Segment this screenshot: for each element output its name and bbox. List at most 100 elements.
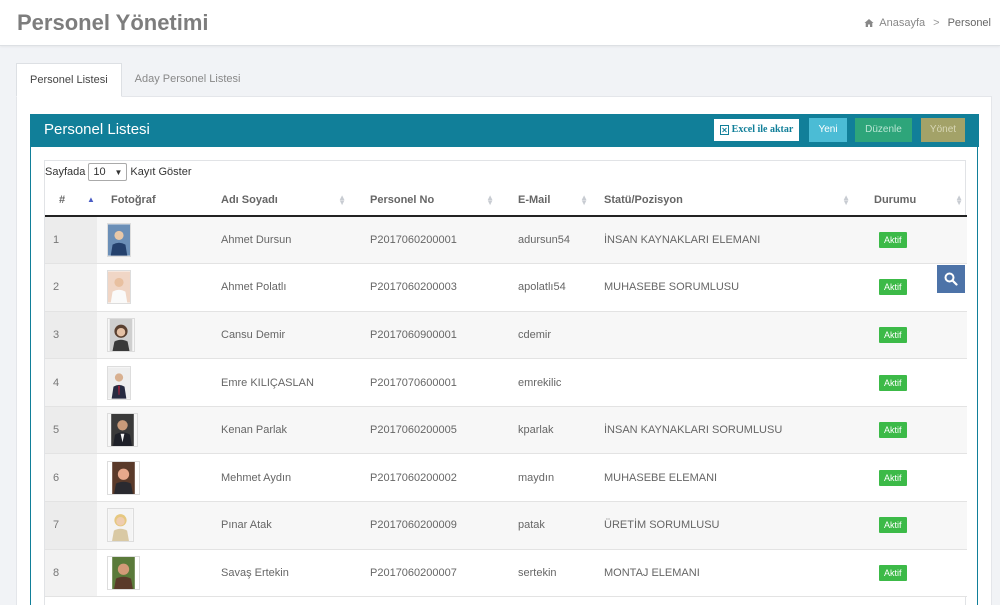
table-container: Sayfada 10 ▼ Kayıt Göster # ▲ Fotoğraf Ad… — [44, 160, 967, 605]
avatar — [107, 365, 131, 400]
row-number: 7 — [45, 501, 97, 550]
cell-name: Mehmet Aydın — [201, 453, 350, 503]
table-row[interactable]: 8 Savaş Ertekin P2017060200007 sertekin … — [45, 549, 967, 598]
sort-icon: ▲ ▼ — [955, 193, 963, 207]
avatar — [107, 223, 131, 258]
cell-personel-no: P2017060200002 — [350, 453, 498, 503]
cell-email: patak — [498, 501, 592, 550]
avatar — [107, 413, 138, 448]
row-number: 6 — [45, 453, 97, 503]
column-header-status[interactable]: Durumu ▲ ▼ — [854, 185, 967, 217]
length-prefix: Sayfada — [45, 166, 86, 178]
cell-position: İNSAN KAYNAKLARI ELEMANI — [592, 216, 854, 265]
row-number: 2 — [45, 263, 97, 312]
personel-panel: Personel Listesi Excel ile aktar Yeni Dü… — [30, 114, 979, 605]
column-header-name[interactable]: Adı Soyadı ▲ ▼ — [201, 185, 350, 217]
cell-name: Emre KILIÇASLAN — [201, 358, 350, 407]
status-badge: Aktif — [879, 374, 907, 391]
cell-name: Ahmet Polatlı — [201, 263, 350, 312]
sort-asc-icon: ▲ — [87, 195, 95, 204]
column-header-personel-no[interactable]: Personel No ▲ ▼ — [350, 185, 498, 217]
sort-icon: ▲ ▼ — [580, 193, 588, 207]
breadcrumb-separator: > — [933, 17, 940, 29]
table-row[interactable]: 3 Cansu Demir P2017060900001 cdemir Akti… — [45, 311, 967, 360]
cell-position — [592, 358, 854, 407]
table-row[interactable]: 5 Kenan Parlak P2017060200005 kparlak İN… — [45, 406, 967, 455]
cell-name: Ahmet Dursun — [201, 216, 350, 265]
breadcrumb: Anasayfa > Personel — [864, 17, 991, 29]
page-length-value: 10 — [93, 166, 106, 178]
breadcrumb-home-link[interactable]: Anasayfa — [879, 17, 925, 29]
cell-email: cdemir — [498, 311, 592, 360]
search-button[interactable] — [937, 265, 965, 293]
cell-name: Savaş Ertekin — [201, 549, 350, 598]
column-header-num[interactable]: # ▲ — [45, 185, 97, 217]
status-badge: Aktif — [879, 279, 907, 296]
chevron-down-icon: ▼ — [114, 167, 123, 177]
cell-email: kparlak — [498, 406, 592, 455]
row-number: 1 — [45, 216, 97, 265]
column-header-position[interactable]: Statü/Pozisyon ▲ ▼ — [592, 185, 854, 217]
tab-aday-personel-listesi[interactable]: Aday Personel Listesi — [122, 63, 254, 97]
column-header-email[interactable]: E-Mail ▲ ▼ — [498, 185, 592, 217]
excel-export-label: Excel ile aktar — [731, 124, 794, 135]
tab-personel-listesi[interactable]: Personel Listesi — [16, 63, 122, 97]
search-icon — [944, 272, 958, 286]
status-badge: Aktif — [879, 517, 907, 534]
cell-name: Cansu Demir — [201, 311, 350, 360]
sort-icon: ▲ ▼ — [842, 193, 850, 207]
status-badge: Aktif — [879, 469, 907, 486]
excel-file-icon — [719, 125, 729, 135]
table-length-control: Sayfada 10 ▼ Kayıt Göster — [45, 162, 192, 182]
new-button[interactable]: Yeni — [809, 118, 847, 142]
table-row[interactable]: 7 Pınar Atak P2017060200009 patak ÜRETİM… — [45, 501, 967, 550]
row-number: 8 — [45, 549, 97, 598]
avatar — [107, 460, 140, 495]
table-row[interactable]: 4 Emre KILIÇASLAN P2017070600001 emrekil… — [45, 358, 967, 407]
panel-heading: Personel Listesi Excel ile aktar Yeni Dü… — [31, 114, 979, 147]
personel-table: # ▲ Fotoğraf Adı Soyadı ▲ ▼ Personel No ▲ ▼ E… — [45, 185, 967, 598]
row-number: 4 — [45, 358, 97, 407]
avatar — [107, 555, 140, 590]
cell-email: adursun54 — [498, 216, 592, 265]
manage-button[interactable]: Yönet — [921, 118, 965, 142]
avatar — [107, 317, 135, 352]
edit-button[interactable]: Düzenle — [855, 118, 912, 142]
cell-email: sertekin — [498, 549, 592, 598]
breadcrumb-current: Personel — [947, 17, 991, 29]
cell-position: MUHASEBE SORUMLUSU — [592, 263, 854, 312]
cell-personel-no: P2017060200001 — [350, 216, 498, 265]
cell-position: MONTAJ ELEMANI — [592, 549, 854, 598]
cell-personel-no: P2017060900001 — [350, 311, 498, 360]
sort-icon: ▲ ▼ — [486, 193, 494, 207]
table-row[interactable]: 1 Ahmet Dursun P2017060200001 adursun54 … — [45, 216, 967, 265]
sort-icon: ▲ ▼ — [338, 193, 346, 207]
page-title: Personel Yönetimi — [17, 10, 209, 35]
cell-email: apolatlı54 — [498, 263, 592, 312]
row-number: 3 — [45, 311, 97, 360]
cell-position — [592, 311, 854, 360]
table-row[interactable]: 6 Mehmet Aydın P2017060200002 maydın MUH… — [45, 453, 967, 503]
cell-position: İNSAN KAYNAKLARI SORUMLUSU — [592, 406, 854, 455]
table-row[interactable]: 2 Ahmet Polatlı P2017060200003 apolatlı5… — [45, 263, 967, 312]
status-badge: Aktif — [879, 232, 907, 249]
home-icon — [864, 19, 874, 27]
column-header-photo: Fotoğraf — [97, 185, 201, 217]
status-badge: Aktif — [879, 326, 907, 343]
avatar — [107, 270, 131, 305]
tab-bar: Personel Listesi Aday Personel Listesi — [16, 63, 253, 97]
excel-export-button[interactable]: Excel ile aktar — [713, 118, 800, 142]
cell-position: ÜRETİM SORUMLUSU — [592, 501, 854, 550]
cell-email: emrekilic — [498, 358, 592, 407]
panel-title: Personel Listesi — [44, 121, 150, 138]
cell-personel-no: P2017060200007 — [350, 549, 498, 598]
cell-email: maydın — [498, 453, 592, 503]
status-badge: Aktif — [879, 564, 907, 581]
cell-name: Pınar Atak — [201, 501, 350, 550]
status-badge: Aktif — [879, 422, 907, 439]
avatar — [107, 508, 134, 543]
cell-position: MUHASEBE ELEMANI — [592, 453, 854, 503]
length-suffix: Kayıt Göster — [130, 166, 192, 178]
page-length-select[interactable]: 10 ▼ — [88, 163, 128, 181]
table-header-row: # ▲ Fotoğraf Adı Soyadı ▲ ▼ Personel No ▲ ▼ E… — [45, 185, 967, 217]
